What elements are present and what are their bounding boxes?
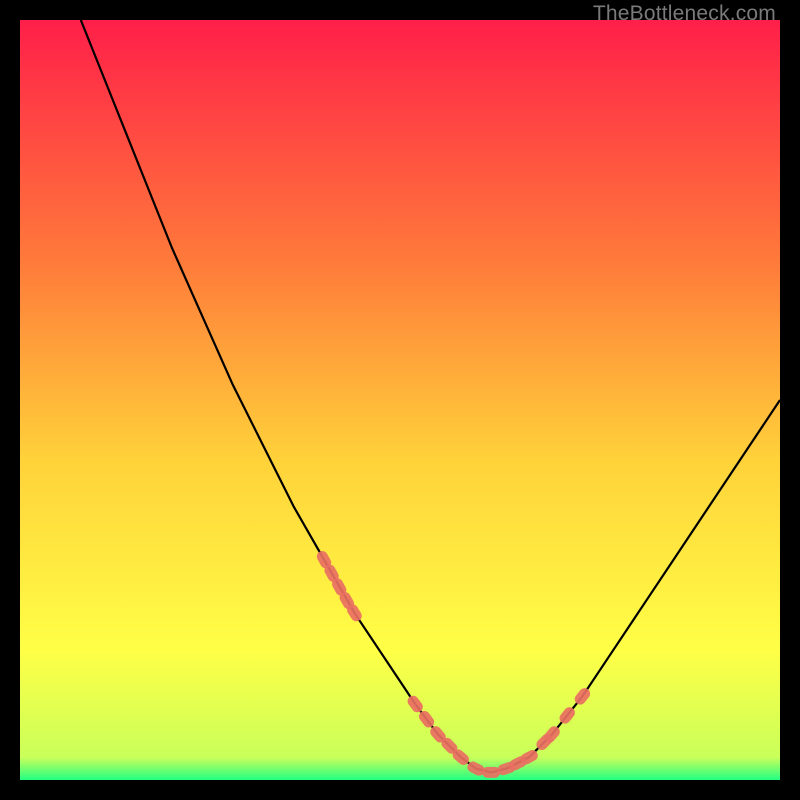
chart-frame	[20, 20, 780, 780]
marker-dot	[482, 767, 500, 778]
watermark-text: TheBottleneck.com	[593, 2, 776, 26]
gradient-background	[20, 20, 780, 780]
chart-svg	[20, 20, 780, 780]
